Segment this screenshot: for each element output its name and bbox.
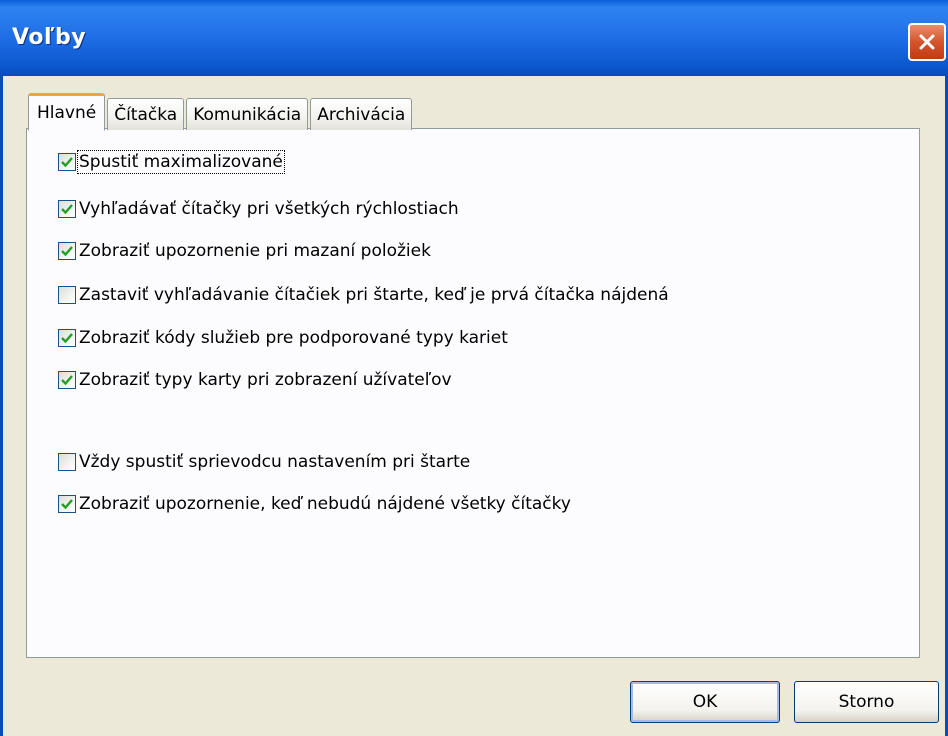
- tab-archivacia[interactable]: Archivácia: [310, 98, 413, 130]
- tab-label: Archivácia: [317, 104, 406, 125]
- checkmark-icon: [61, 204, 73, 215]
- option-stop-search-first-reader[interactable]: Zastaviť vyhľadávanie čítačiek pri štart…: [58, 285, 669, 305]
- checkbox[interactable]: [58, 453, 76, 471]
- checkmark-icon: [61, 375, 73, 386]
- option-label: Vždy spustiť sprievodcu nastavením pri š…: [79, 452, 471, 472]
- option-always-run-wizard[interactable]: Vždy spustiť sprievodcu nastavením pri š…: [58, 452, 470, 472]
- option-label: Zobraziť upozornenie, keď nebudú nájdené…: [79, 494, 571, 514]
- tab-citacka[interactable]: Čítačka: [107, 98, 185, 130]
- checkmark-icon: [61, 246, 73, 257]
- tab-label: Komunikácia: [193, 104, 302, 125]
- checkbox[interactable]: [58, 242, 76, 260]
- checkmark-icon: [61, 333, 73, 344]
- checkbox[interactable]: [58, 371, 76, 389]
- title-bar[interactable]: Voľby: [0, 0, 948, 76]
- option-show-service-codes[interactable]: Zobraziť kódy služieb pre podporované ty…: [58, 328, 508, 348]
- tab-strip: Hlavné Čítačka Komunikácia Archivácia: [28, 90, 414, 131]
- tab-label: Hlavné: [37, 103, 97, 123]
- checkmark-icon: [61, 157, 73, 168]
- ok-button[interactable]: OK: [630, 681, 780, 723]
- close-icon: [919, 34, 935, 50]
- option-missing-readers-warning[interactable]: Zobraziť upozornenie, keď nebudú nájdené…: [58, 494, 571, 514]
- close-button[interactable]: [908, 23, 946, 61]
- window-title: Voľby: [12, 25, 87, 50]
- option-label: Zastaviť vyhľadávanie čítačiek pri štart…: [79, 285, 669, 305]
- option-delete-warning[interactable]: Zobraziť upozornenie pri mazaní položiek: [58, 241, 431, 261]
- option-start-maximized[interactable]: Spustiť maximalizované: [58, 150, 285, 174]
- tab-label: Čítačka: [114, 104, 178, 125]
- option-label: Vyhľadávať čítačky pri všetkých rýchlost…: [79, 199, 459, 219]
- tab-komunikacia[interactable]: Komunikácia: [186, 98, 309, 130]
- option-label: Spustiť maximalizované: [77, 150, 285, 174]
- option-label: Zobraziť typy karty pri zobrazení užívat…: [79, 370, 452, 390]
- checkbox[interactable]: [58, 153, 76, 171]
- checkmark-icon: [61, 499, 73, 510]
- cancel-button[interactable]: Storno: [794, 681, 939, 723]
- option-show-card-types[interactable]: Zobraziť typy karty pri zobrazení užívat…: [58, 370, 452, 390]
- tab-hlavne[interactable]: Hlavné: [28, 93, 106, 131]
- checkbox[interactable]: [58, 286, 76, 304]
- option-search-all-speeds[interactable]: Vyhľadávať čítačky pri všetkých rýchlost…: [58, 199, 459, 219]
- option-label: Zobraziť kódy služieb pre podporované ty…: [79, 328, 508, 348]
- checkbox[interactable]: [58, 495, 76, 513]
- tab-panel-hlavne: Spustiť maximalizované Vyhľadávať čítačk…: [26, 128, 920, 658]
- checkbox[interactable]: [58, 200, 76, 218]
- checkbox[interactable]: [58, 329, 76, 347]
- option-label: Zobraziť upozornenie pri mazaní položiek: [79, 241, 431, 261]
